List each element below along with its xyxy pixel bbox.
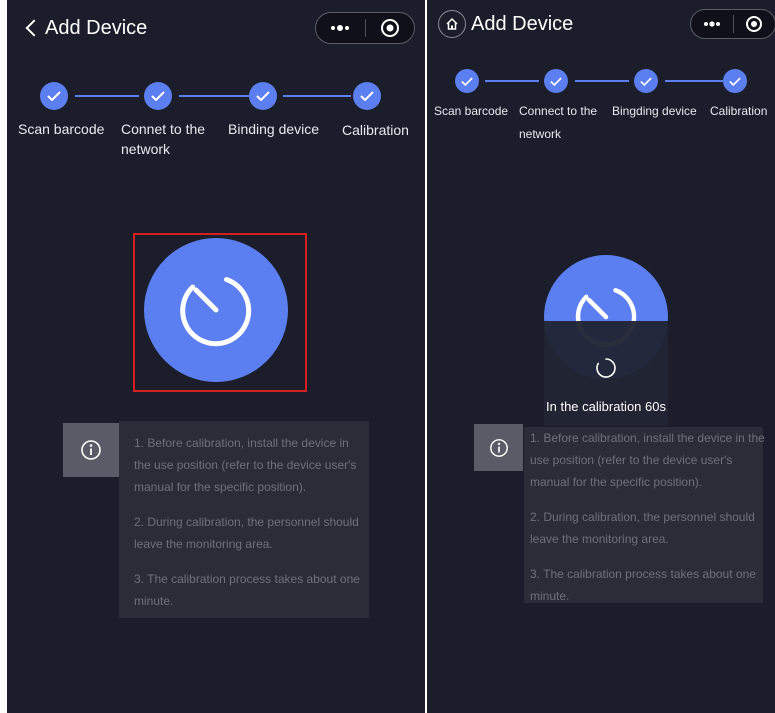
- back-chevron-icon[interactable]: [25, 19, 43, 37]
- more-dots-icon[interactable]: [316, 24, 365, 32]
- step-connector: [665, 80, 723, 82]
- step-label-binding: Binding device: [228, 121, 320, 137]
- start-calibration-button[interactable]: [144, 238, 288, 382]
- step-label-calibration: Calibration: [342, 122, 409, 138]
- spinner-icon: [596, 358, 616, 378]
- info-icon: [63, 423, 119, 477]
- step-label-connect: Connect to the network: [519, 104, 598, 141]
- instruction-2: 2. During calibration, the personnel sho…: [134, 515, 359, 551]
- target-icon[interactable]: [734, 15, 775, 33]
- miniprogram-capsule: [690, 9, 775, 39]
- step-3-done-checkmark-icon: [634, 69, 658, 93]
- page-title: Add Device: [45, 17, 148, 39]
- right-screen: Add Device Scan barcode Connect to the n…: [427, 0, 775, 713]
- step-label-calibration: Calibration: [710, 104, 768, 118]
- step-1-done-checkmark-icon: [455, 69, 479, 93]
- step-2-done-checkmark-icon: [144, 82, 172, 110]
- info-icon: [474, 424, 523, 471]
- instructions-text: 1. Before calibration, install the devic…: [530, 427, 766, 620]
- step-3-done-checkmark-icon: [249, 82, 277, 110]
- step-4-done-checkmark-icon: [353, 82, 381, 110]
- more-dots-icon[interactable]: [691, 20, 733, 28]
- step-1-done-checkmark-icon: [40, 82, 68, 110]
- step-connector: [75, 95, 139, 97]
- step-connector: [485, 80, 539, 82]
- instruction-1: 1. Before calibration, install the devic…: [530, 431, 765, 489]
- instruction-3: 3. The calibration process takes about o…: [134, 572, 360, 608]
- instruction-3: 3. The calibration process takes about o…: [530, 567, 756, 603]
- left-screen: Add Device Scan barcode Connet to the ne…: [7, 0, 425, 713]
- step-2-done-checkmark-icon: [544, 69, 568, 93]
- page-title: Add Device: [471, 13, 574, 35]
- step-connector: [179, 95, 249, 97]
- step-connector: [283, 95, 351, 97]
- instructions-text: 1. Before calibration, install the devic…: [134, 432, 366, 625]
- step-label-scan-barcode: Scan barcode: [434, 104, 509, 118]
- instruction-1: 1. Before calibration, install the devic…: [134, 436, 357, 494]
- toast-message: In the calibration 60s: [546, 399, 666, 414]
- target-icon[interactable]: [366, 18, 415, 38]
- loading-toast: In the calibration 60s: [544, 321, 668, 426]
- instruction-2: 2. During calibration, the personnel sho…: [530, 510, 755, 546]
- timer-icon: [180, 277, 252, 347]
- step-connector: [575, 80, 629, 82]
- step-4-done-checkmark-icon: [723, 69, 747, 93]
- step-label-connect: Connet to the network: [121, 121, 206, 158]
- miniprogram-capsule: [315, 12, 415, 44]
- home-icon[interactable]: [438, 10, 466, 38]
- step-label-binding: Bingding device: [612, 104, 697, 118]
- step-label-scan-barcode: Scan barcode: [18, 121, 105, 137]
